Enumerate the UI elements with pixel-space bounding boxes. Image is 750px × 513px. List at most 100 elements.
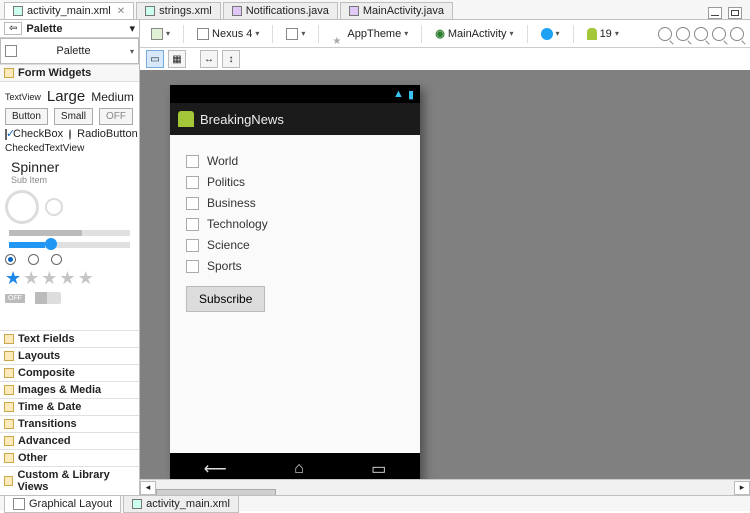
design-canvas[interactable]: ▲ ▮ BreakingNews World Politics Business…	[140, 70, 750, 495]
folder-icon	[4, 351, 14, 361]
large-text-label: Large	[47, 88, 85, 105]
tab-strings[interactable]: strings.xml	[136, 2, 221, 19]
editor-bottom-tabs: Graphical Layout activity_main.xml	[0, 495, 750, 511]
config-icon	[151, 28, 163, 40]
chevron-down-icon: ▾	[130, 47, 134, 56]
scroll-right-button[interactable]: ▸	[734, 481, 750, 495]
folder-icon	[4, 419, 14, 429]
widget-textview-row[interactable]: TextView Large Medium Small	[5, 88, 134, 105]
cat-images-media[interactable]: Images & Media	[0, 381, 139, 398]
folder-icon	[4, 368, 14, 378]
layout-icon	[13, 498, 25, 510]
widget-spinner[interactable]: Spinner	[11, 159, 128, 175]
checkbox-technology[interactable]: Technology	[186, 217, 404, 231]
radio-off-icon	[51, 254, 62, 265]
checkbox-sports[interactable]: Sports	[186, 259, 404, 273]
api-dropdown[interactable]: 19▾	[582, 25, 624, 43]
widget-progressbar[interactable]	[9, 230, 130, 236]
checkbox-science[interactable]: Science	[186, 238, 404, 252]
cat-custom-views[interactable]: Custom & Library Views	[0, 466, 139, 495]
device-icon	[197, 28, 209, 40]
minimize-button[interactable]	[708, 7, 722, 19]
widget-seekbar[interactable]	[9, 242, 130, 248]
tab-graphical-layout[interactable]: Graphical Layout	[4, 496, 121, 513]
folder-icon	[4, 334, 14, 344]
checkbox-business[interactable]: Business	[186, 196, 404, 210]
view-normal-button[interactable]: ▭	[146, 50, 164, 68]
nav-back-icon[interactable]: ⟵	[204, 459, 227, 479]
device-label: Nexus 4	[212, 28, 252, 40]
checkbox-politics[interactable]: Politics	[186, 175, 404, 189]
zoom-fit-button[interactable]	[658, 27, 672, 41]
action-bar: BreakingNews	[170, 103, 420, 135]
cat-label: Other	[18, 452, 47, 464]
widget-checkbox[interactable]: CheckBox	[13, 128, 63, 140]
folder-icon	[4, 385, 14, 395]
cat-layouts[interactable]: Layouts	[0, 347, 139, 364]
widget-progress-circles[interactable]	[5, 190, 134, 224]
widget-radiobutton[interactable]: RadioButton	[77, 128, 138, 140]
zoom-actual-button[interactable]	[694, 27, 708, 41]
close-icon[interactable]: ✕	[117, 6, 125, 17]
globe-icon	[541, 28, 553, 40]
cat-time-date[interactable]: Time & Date	[0, 398, 139, 415]
checkbox-world[interactable]: World	[186, 154, 404, 168]
cat-other[interactable]: Other	[0, 449, 139, 466]
battery-icon: ▮	[408, 88, 414, 101]
cat-text-fields[interactable]: Text Fields	[0, 330, 139, 347]
zoom-out-button[interactable]	[730, 27, 744, 41]
collapse-icon[interactable]: ▾	[129, 22, 135, 35]
widget-small-button[interactable]: Small	[54, 108, 93, 125]
designer-toolbar: ▾ Nexus 4▾ ▾ AppTheme▾ ◉MainActivity▾ ▾ …	[140, 20, 750, 48]
theme-dropdown[interactable]: AppTheme▾	[327, 25, 413, 43]
nav-home-icon[interactable]: ⌂	[294, 460, 304, 478]
cat-label: Advanced	[18, 435, 71, 447]
orientation-dropdown[interactable]: ▾	[281, 25, 310, 43]
cat-composite[interactable]: Composite	[0, 364, 139, 381]
cat-advanced[interactable]: Advanced	[0, 432, 139, 449]
widget-checkedtextview[interactable]: CheckedTextView	[5, 143, 84, 154]
back-button[interactable]: ⇦	[4, 22, 22, 35]
tab-source-xml[interactable]: activity_main.xml	[123, 496, 239, 513]
cat-transitions[interactable]: Transitions	[0, 415, 139, 432]
scroll-thumb[interactable]	[156, 489, 276, 496]
tab-notifications-java[interactable]: Notifications.java	[223, 2, 338, 19]
subscribe-button[interactable]: Subscribe	[186, 286, 265, 312]
widget-off-button[interactable]: OFF	[99, 108, 133, 125]
bottom-tab-label: activity_main.xml	[146, 498, 230, 510]
xml-file-icon	[13, 6, 23, 16]
zoom-reset-button[interactable]	[676, 27, 690, 41]
star-icon: ★	[5, 268, 21, 289]
config-dropdown[interactable]: ▾	[146, 25, 175, 43]
checkbox-label: Politics	[207, 175, 245, 189]
checkbox-label: Business	[207, 196, 256, 210]
locale-dropdown[interactable]: ▾	[536, 25, 565, 43]
nav-recent-icon[interactable]: ▭	[371, 459, 386, 479]
widget-switch[interactable]: OFF	[5, 292, 134, 304]
palette-dropdown[interactable]: Palette ▾	[0, 38, 139, 64]
checkbox-icon	[186, 218, 199, 231]
device-dropdown[interactable]: Nexus 4▾	[192, 25, 264, 43]
widget-ratingbar[interactable]: ★ ★ ★ ★ ★	[5, 268, 134, 289]
checkbox-icon	[186, 176, 199, 189]
folder-icon	[4, 436, 14, 446]
widget-radio-group[interactable]	[5, 254, 134, 265]
section-label: Form Widgets	[18, 67, 91, 79]
window-controls	[708, 7, 750, 19]
widget-button[interactable]: Button	[5, 108, 48, 125]
toggle-height-button[interactable]: ↕	[222, 50, 240, 68]
horizontal-scrollbar[interactable]: ◂ ▸	[140, 479, 750, 495]
tab-mainactivity-java[interactable]: MainActivity.java	[340, 2, 453, 19]
view-blueprint-button[interactable]: ▦	[168, 50, 186, 68]
palette-dropdown-label: Palette	[56, 45, 90, 57]
toggle-width-button[interactable]: ↔	[200, 50, 218, 68]
star-icon: ★	[78, 268, 94, 289]
tab-activity-main[interactable]: activity_main.xml ✕	[4, 2, 134, 19]
star-icon: ★	[41, 268, 57, 289]
scroll-left-button[interactable]: ◂	[140, 481, 156, 495]
checkbox-label: Science	[207, 238, 250, 252]
activity-dropdown[interactable]: ◉MainActivity▾	[430, 24, 518, 43]
zoom-in-button[interactable]	[712, 27, 726, 41]
section-form-widgets[interactable]: Form Widgets	[0, 64, 139, 82]
maximize-button[interactable]	[728, 7, 742, 19]
